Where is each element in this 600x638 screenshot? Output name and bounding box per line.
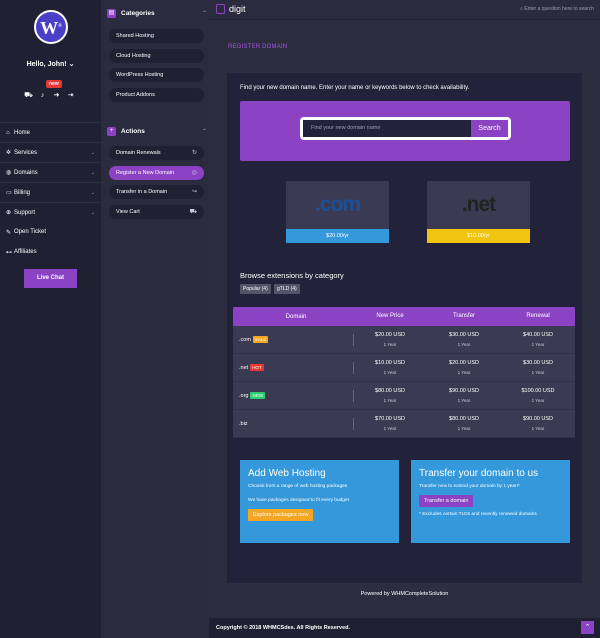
search-icon: ⌕ [520, 6, 523, 12]
intro-text: Find your new domain name. Enter your na… [240, 85, 470, 91]
action-icon: ↪ [191, 189, 197, 195]
tag-gtld[interactable]: gTLD (4) [274, 284, 300, 294]
sidebar-item-domains[interactable]: ◍ Domains ⌄ [0, 162, 101, 182]
domain-card: Find your new domain name. Enter your na… [227, 73, 582, 583]
live-chat-button[interactable]: Live Chat [24, 269, 77, 288]
logo[interactable]: digit [216, 4, 246, 14]
nav-icon: ◍ [6, 170, 12, 176]
search-button[interactable]: Search [471, 120, 508, 137]
kb-search[interactable]: ⌕ Enter a question here to search [520, 6, 594, 12]
collapse-icon[interactable]: ⌃ [202, 10, 207, 17]
action-item[interactable]: Register a New Domain ◎ [109, 165, 204, 180]
sidebar-item-open-ticket[interactable]: ✎ Open Ticket [0, 222, 101, 242]
action-item[interactable]: View Cart ⛟ [109, 204, 204, 219]
logout-icon[interactable]: ⇥ [66, 91, 75, 100]
table-row[interactable]: .biz $70.00 USD 1 Year $80.00 USD 1 Year $90.… [233, 410, 575, 438]
chevron-down-icon: ⌄ [90, 149, 95, 156]
transfer-panel: Transfer your domain to us Transfer now … [411, 460, 570, 543]
domain-search-input[interactable]: Find your new domain name [303, 120, 471, 137]
table-row[interactable]: .net HOT $10.00 USD 1 Year $20.00 USD 1 Year $… [233, 354, 575, 382]
pricing-table: Domain New Price Transfer Renewal .com SA… [233, 307, 575, 438]
user-greeting[interactable]: Hello, John! ⌄ [0, 60, 101, 68]
nav-icon: ▭ [6, 190, 12, 196]
tld-card-net[interactable]: .net $10.00/yr [427, 181, 530, 243]
quick-icons: ⛟ ♪ ➜ ⇥ [24, 91, 75, 100]
sidebar-item-affiliates[interactable]: ⊷ Affiliates [0, 242, 101, 262]
main-content: REGISTER DOMAIN Find your new domain nam… [209, 20, 600, 618]
status-badge: NEW [250, 392, 265, 399]
status-badge: HOT [250, 364, 264, 371]
actions-header[interactable]: + Actions ⌃ [107, 127, 207, 136]
sidebar-nav: ⌂ Home ✲ Services ⌄ ◍ Domains ⌄ ▭ Billing ⌄ ⊕ Suppor… [0, 122, 101, 262]
chevron-down-icon: ⌄ [90, 189, 95, 196]
action-icon: ◎ [191, 169, 197, 176]
sidebar-item-label: Support [14, 209, 36, 216]
category-item[interactable]: WordPress Hosting [109, 68, 204, 82]
table-row[interactable]: .com SALE $20.00 USD 1 Year $30.00 USD 1 Year… [233, 326, 575, 354]
sidebar-item-label: Home [14, 129, 31, 136]
table-row[interactable]: .org NEW $80.00 USD 1 Year $90.00 USD 1 Year $… [233, 382, 575, 410]
nav-icon: ✲ [6, 150, 12, 156]
page-title: REGISTER DOMAIN [228, 44, 288, 50]
plus-icon: + [107, 127, 116, 136]
top-bar: digit ⌕ Enter a question here to search [209, 0, 600, 20]
sidebar-item-label: Services [14, 149, 38, 156]
categories-icon: ▤ [107, 9, 116, 18]
nav-icon: ⌂ [6, 129, 10, 136]
sidebar-item-label: Billing [14, 189, 31, 196]
category-item[interactable]: Cloud Hosting [109, 48, 204, 63]
category-item[interactable]: Product Addons [109, 87, 204, 102]
sidebar-item-home[interactable]: ⌂ Home [0, 122, 101, 142]
nav-icon: ⊕ [6, 210, 12, 216]
footer: Copyright © 2018 WHMCSdes. All Rights Re… [209, 618, 600, 638]
sidebar-item-label: Domains [14, 169, 38, 176]
sidebar-item-label: Open Ticket [14, 229, 47, 235]
categories-header[interactable]: ▤ Categories ⌃ [107, 9, 207, 18]
powered-by: Powered by WHMCompleteSolution [360, 591, 449, 597]
browse-title: Browse extensions by category [240, 271, 344, 280]
nav-icon: ✎ [6, 229, 12, 236]
action-icon: ⛟ [189, 208, 197, 215]
bell-icon[interactable]: ♪ [38, 91, 47, 100]
category-item[interactable]: Shared Hosting [109, 29, 204, 43]
nav-icon: ⊷ [6, 249, 12, 256]
transfer-domain-button[interactable]: Transfer a domain [419, 495, 474, 507]
sidebar-item-services[interactable]: ✲ Services ⌄ [0, 142, 101, 162]
logo-mark-icon [216, 4, 225, 14]
table-header: Domain New Price Transfer Renewal [233, 307, 575, 326]
tag-popular[interactable]: Popular (4) [240, 284, 271, 294]
sidebar-item-label: Affiliates [14, 249, 37, 255]
avatar[interactable]: W® [34, 10, 68, 44]
chevron-down-icon: ⌄ [90, 169, 95, 176]
main-sidebar: W® Hello, John! ⌄ new ⛟ ♪ ➜ ⇥ ⌂ Home ✲ Serv… [0, 0, 101, 638]
secondary-sidebar: ▤ Categories ⌃ Shared Hosting Cloud Hosti… [101, 0, 209, 638]
action-item[interactable]: Transfer in a Domain ↪ [109, 185, 204, 199]
explore-packages-button[interactable]: Explore packages now [248, 509, 314, 521]
scroll-top-icon[interactable]: ⌃ [581, 621, 594, 634]
status-badge: SALE [252, 336, 269, 343]
tld-card-com[interactable]: .com $20.00/yr [286, 181, 389, 243]
domain-search-box: Find your new domain name Search [300, 117, 511, 140]
new-badge: new [46, 80, 62, 88]
arrow-right-icon[interactable]: ➜ [52, 91, 61, 100]
collapse-icon[interactable]: ⌃ [202, 128, 207, 135]
sidebar-item-billing[interactable]: ▭ Billing ⌄ [0, 182, 101, 202]
chevron-down-icon: ⌄ [90, 209, 95, 216]
action-icon: ↻ [191, 150, 197, 156]
add-hosting-panel: Add Web Hosting Choose from a range of w… [240, 460, 399, 543]
cart-icon[interactable]: ⛟ [24, 91, 33, 100]
domain-search-hero: Find your new domain name Search [240, 101, 570, 161]
sidebar-item-support[interactable]: ⊕ Support ⌄ [0, 202, 101, 222]
action-item[interactable]: Domain Renewals ↻ [109, 146, 204, 160]
